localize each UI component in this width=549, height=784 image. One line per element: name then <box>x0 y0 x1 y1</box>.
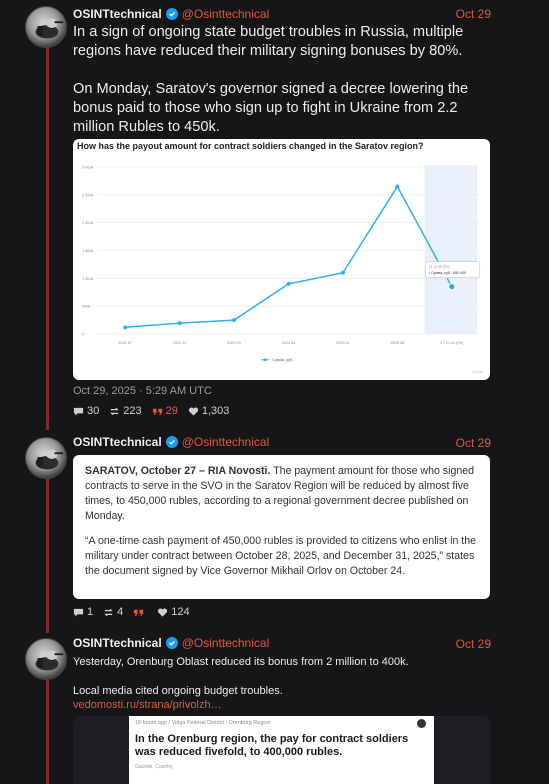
verified-badge-icon <box>165 637 178 649</box>
thread-feed: OSINTtechnical @Osinttechnical Oct 29 In… <box>0 0 549 784</box>
post-header: OSINTtechnical @Osinttechnical <box>73 5 491 23</box>
reply-stat[interactable]: 30 <box>73 405 99 417</box>
preview-headline: In the Orenburg region, the pay for cont… <box>135 733 409 758</box>
avatar[interactable] <box>25 638 67 680</box>
tooltip-box <box>425 261 481 278</box>
author-handle[interactable]: @Osinttechnical <box>182 7 270 21</box>
preview-image: 16 hours ago / Volga Federal District / … <box>129 716 434 784</box>
chart-source: Flourish <box>472 370 483 374</box>
thread-line <box>46 680 49 784</box>
heart-icon <box>158 608 168 617</box>
author-name[interactable]: OSINTtechnical <box>73 435 162 449</box>
thread-line <box>46 46 49 430</box>
avatar[interactable] <box>25 6 67 48</box>
like-count: 124 <box>171 606 190 618</box>
comment-icon <box>73 407 84 416</box>
data-point <box>448 282 456 291</box>
post-date[interactable]: Oct 29 <box>456 637 491 651</box>
y-tick-label: 3 000k <box>82 166 94 170</box>
data-point <box>232 318 237 323</box>
data-point <box>286 281 291 286</box>
tooltip-value: • Сумма, руб.: 850 000 <box>429 271 466 275</box>
post-text: Local media cited ongoing budget trouble… <box>73 685 283 697</box>
legend-label: Сумма, руб. <box>272 358 293 362</box>
post-header: OSINTtechnical @Osinttechnical <box>73 634 491 652</box>
link-preview-card[interactable]: 16 hours ago / Volga Federal District / … <box>73 716 490 784</box>
thread-line <box>46 477 49 633</box>
post-stats: 30 223 29 1,303 <box>73 404 229 418</box>
x-tick-label: 2025.08 <box>390 341 404 345</box>
data-point <box>340 270 345 275</box>
verified-badge-icon <box>165 436 178 448</box>
author-handle[interactable]: @Osinttechnical <box>182 435 270 449</box>
legend-swatch-dot <box>263 358 267 362</box>
reply-count: 30 <box>87 405 100 417</box>
avatar[interactable] <box>25 437 67 479</box>
share-icon[interactable] <box>417 719 426 728</box>
preview-meta: 16 hours ago / Volga Federal District / … <box>135 720 271 726</box>
quote-stat[interactable]: 29 <box>152 405 178 417</box>
y-tick-label: 2 500k <box>82 193 94 197</box>
verified-badge-icon <box>165 8 178 20</box>
author-name[interactable]: OSINTtechnical <box>73 636 162 650</box>
post-text: On Monday, Saratov's governor signed a d… <box>73 81 469 135</box>
like-count: 1,303 <box>201 405 230 417</box>
repost-icon <box>110 407 120 415</box>
data-point <box>395 184 400 189</box>
x-tick-label: 2023.01 <box>227 341 241 345</box>
post-header: OSINTtechnical @Osinttechnical <box>73 433 491 451</box>
tooltip-date: 27.10.25 (Пл) <box>429 265 450 269</box>
x-tick-label: 2022.07 <box>118 341 132 345</box>
x-tick-label: 2025.01 <box>336 341 350 345</box>
preview-byline: Gazette, Country <box>135 764 173 770</box>
post-date[interactable]: Oct 29 <box>456 7 491 21</box>
post-text: Yesterday, Orenburg Oblast reduced its b… <box>73 656 409 668</box>
x-tick-label: 2024.06 <box>282 341 296 345</box>
chart-svg: 0 500k 1 000k 1 500k 2 000k 2 500k 3 000k 2022.… <box>82 165 483 374</box>
data-point <box>177 321 182 326</box>
reply-stat[interactable]: 1 <box>73 606 93 618</box>
reply-count: 1 <box>87 606 94 618</box>
y-tick-label: 0 <box>82 333 84 337</box>
y-tick-label: 500k <box>82 305 90 309</box>
y-tick-label: 2 000k <box>82 221 94 225</box>
repost-count: 4 <box>117 606 124 618</box>
heart-icon <box>188 407 198 416</box>
quote-paragraph: SARATOV, October 27 – RIA Novosti. The p… <box>85 464 478 524</box>
comment-icon <box>73 608 84 617</box>
quote-lead: SARATOV, October 27 – RIA Novosti. <box>85 465 271 477</box>
repost-stat[interactable]: 4 <box>103 606 123 618</box>
article-link[interactable]: vedomosti.ru/strana/privolzh… <box>73 699 222 711</box>
post-stats: 1 4 124 <box>73 605 190 619</box>
author-name[interactable]: OSINTtechnical <box>73 7 162 21</box>
like-stat[interactable]: 1,303 <box>188 405 230 417</box>
repost-icon <box>104 608 113 616</box>
author-handle[interactable]: @Osinttechnical <box>182 636 270 650</box>
chart-image[interactable]: How has the payout amount for contract s… <box>73 139 490 380</box>
x-tick-label: 27.10.25 (Пл) <box>440 341 464 345</box>
post-timestamp[interactable]: Oct 29, 2025 · 5:29 AM UTC <box>73 385 212 397</box>
repost-count: 223 <box>123 405 142 417</box>
y-tick-label: 1 000k <box>82 277 94 281</box>
y-tick-label: 1 500k <box>82 249 94 253</box>
quote-icon <box>134 609 144 616</box>
post-text: In a sign of ongoing state budget troubl… <box>73 24 464 59</box>
quote-icon <box>152 408 162 415</box>
data-point <box>123 325 128 330</box>
post-date[interactable]: Oct 29 <box>456 436 491 450</box>
repost-stat[interactable]: 223 <box>109 405 142 417</box>
quote-stat[interactable] <box>133 607 147 618</box>
chart-title: How has the payout amount for contract s… <box>77 141 424 151</box>
quote-paragraph: “A one-time cash payment of 450,000 rubl… <box>85 535 477 577</box>
quote-count: 29 <box>165 405 178 417</box>
quoted-article-image[interactable]: SARATOV, October 27 – RIA Novosti. The p… <box>73 455 490 599</box>
x-tick-label: 2022.11 <box>173 341 186 345</box>
like-stat[interactable]: 124 <box>157 606 190 618</box>
